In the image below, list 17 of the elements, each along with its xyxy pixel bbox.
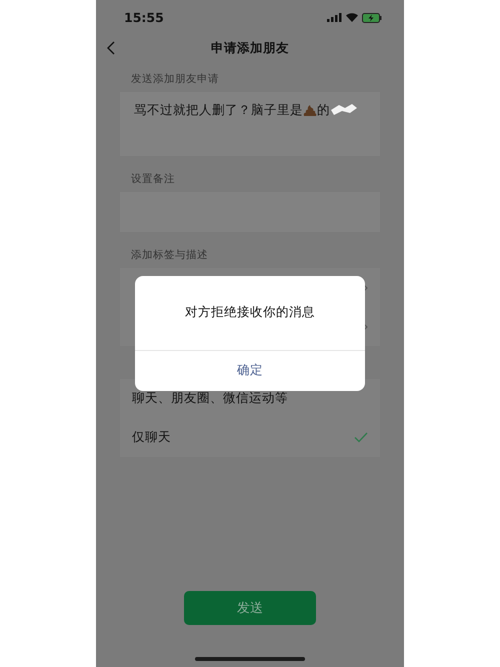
check-icon <box>354 432 368 443</box>
section-label: 发送添加朋友申请 <box>130 72 220 86</box>
poop-icon <box>303 104 317 117</box>
send-button[interactable]: 发送 <box>184 591 316 625</box>
signal-icon <box>327 13 342 22</box>
confirm-button[interactable]: 确定 <box>135 351 365 391</box>
dialog-message: 对方拒绝接收你的消息 <box>184 303 316 321</box>
back-icon[interactable] <box>107 41 115 55</box>
section-label: 设置备注 <box>130 172 176 186</box>
section-label: 添加标签与描述 <box>130 248 209 262</box>
wifi-icon <box>346 13 358 22</box>
scribble-icon <box>330 103 358 116</box>
message-field[interactable]: 骂不过就把人删了？脑子里是 的 <box>120 92 380 156</box>
permission-option[interactable]: 仅聊天 <box>120 418 380 457</box>
page-title: 申请添加朋友 <box>211 40 289 56</box>
battery-icon <box>362 12 382 22</box>
status-time: 15:55 <box>124 10 164 25</box>
